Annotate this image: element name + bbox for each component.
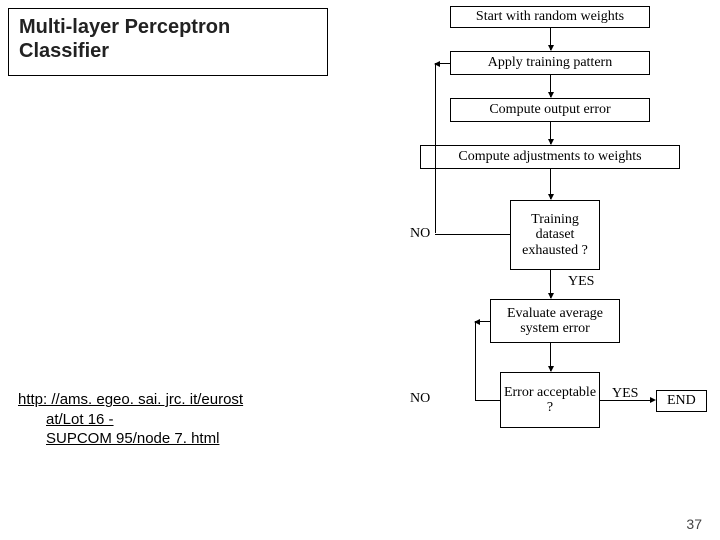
arrow-icon — [550, 122, 551, 144]
flow-step-start: Start with random weights — [450, 6, 650, 28]
flow-step-compute-error: Compute output error — [450, 98, 650, 122]
label-yes: YES — [568, 274, 594, 290]
line — [600, 400, 650, 401]
arrow-left-icon — [475, 321, 490, 322]
flow-step-adjust-weights: Compute adjustments to weights — [420, 145, 680, 169]
link-text-line3: SUPCOM 95/node 7. html — [18, 429, 318, 449]
flow-end: END — [656, 390, 707, 412]
line — [475, 321, 476, 400]
flow-step-evaluate-error: Evaluate average system error — [490, 299, 620, 343]
arrow-icon — [550, 75, 551, 97]
source-link[interactable]: http: //ams. egeo. sai. jrc. it/eurost a… — [18, 390, 318, 449]
flow-step-apply-pattern: Apply training pattern — [450, 51, 650, 75]
link-text-line1: http: //ams. egeo. sai. jrc. it/eurost — [18, 391, 243, 408]
arrow-icon — [550, 343, 551, 371]
title-container: Multi-layer Perceptron Classifier — [8, 8, 328, 76]
flow-decision-error-acceptable: Error acceptable ? — [500, 372, 600, 428]
arrow-icon — [550, 270, 551, 298]
link-text-line2: at/Lot 16 - — [18, 410, 318, 430]
page-number: 37 — [686, 516, 702, 532]
arrow-left-icon — [435, 63, 450, 64]
line — [435, 234, 510, 235]
arrow-icon — [550, 169, 551, 199]
page-title: Multi-layer Perceptron Classifier — [19, 15, 317, 63]
line — [435, 63, 436, 233]
line — [475, 400, 500, 401]
label-no: NO — [410, 226, 430, 242]
label-no-2: NO — [410, 391, 430, 407]
arrow-icon — [550, 28, 551, 50]
flow-decision-dataset-exhausted: Training dataset exhausted ? — [510, 200, 600, 270]
